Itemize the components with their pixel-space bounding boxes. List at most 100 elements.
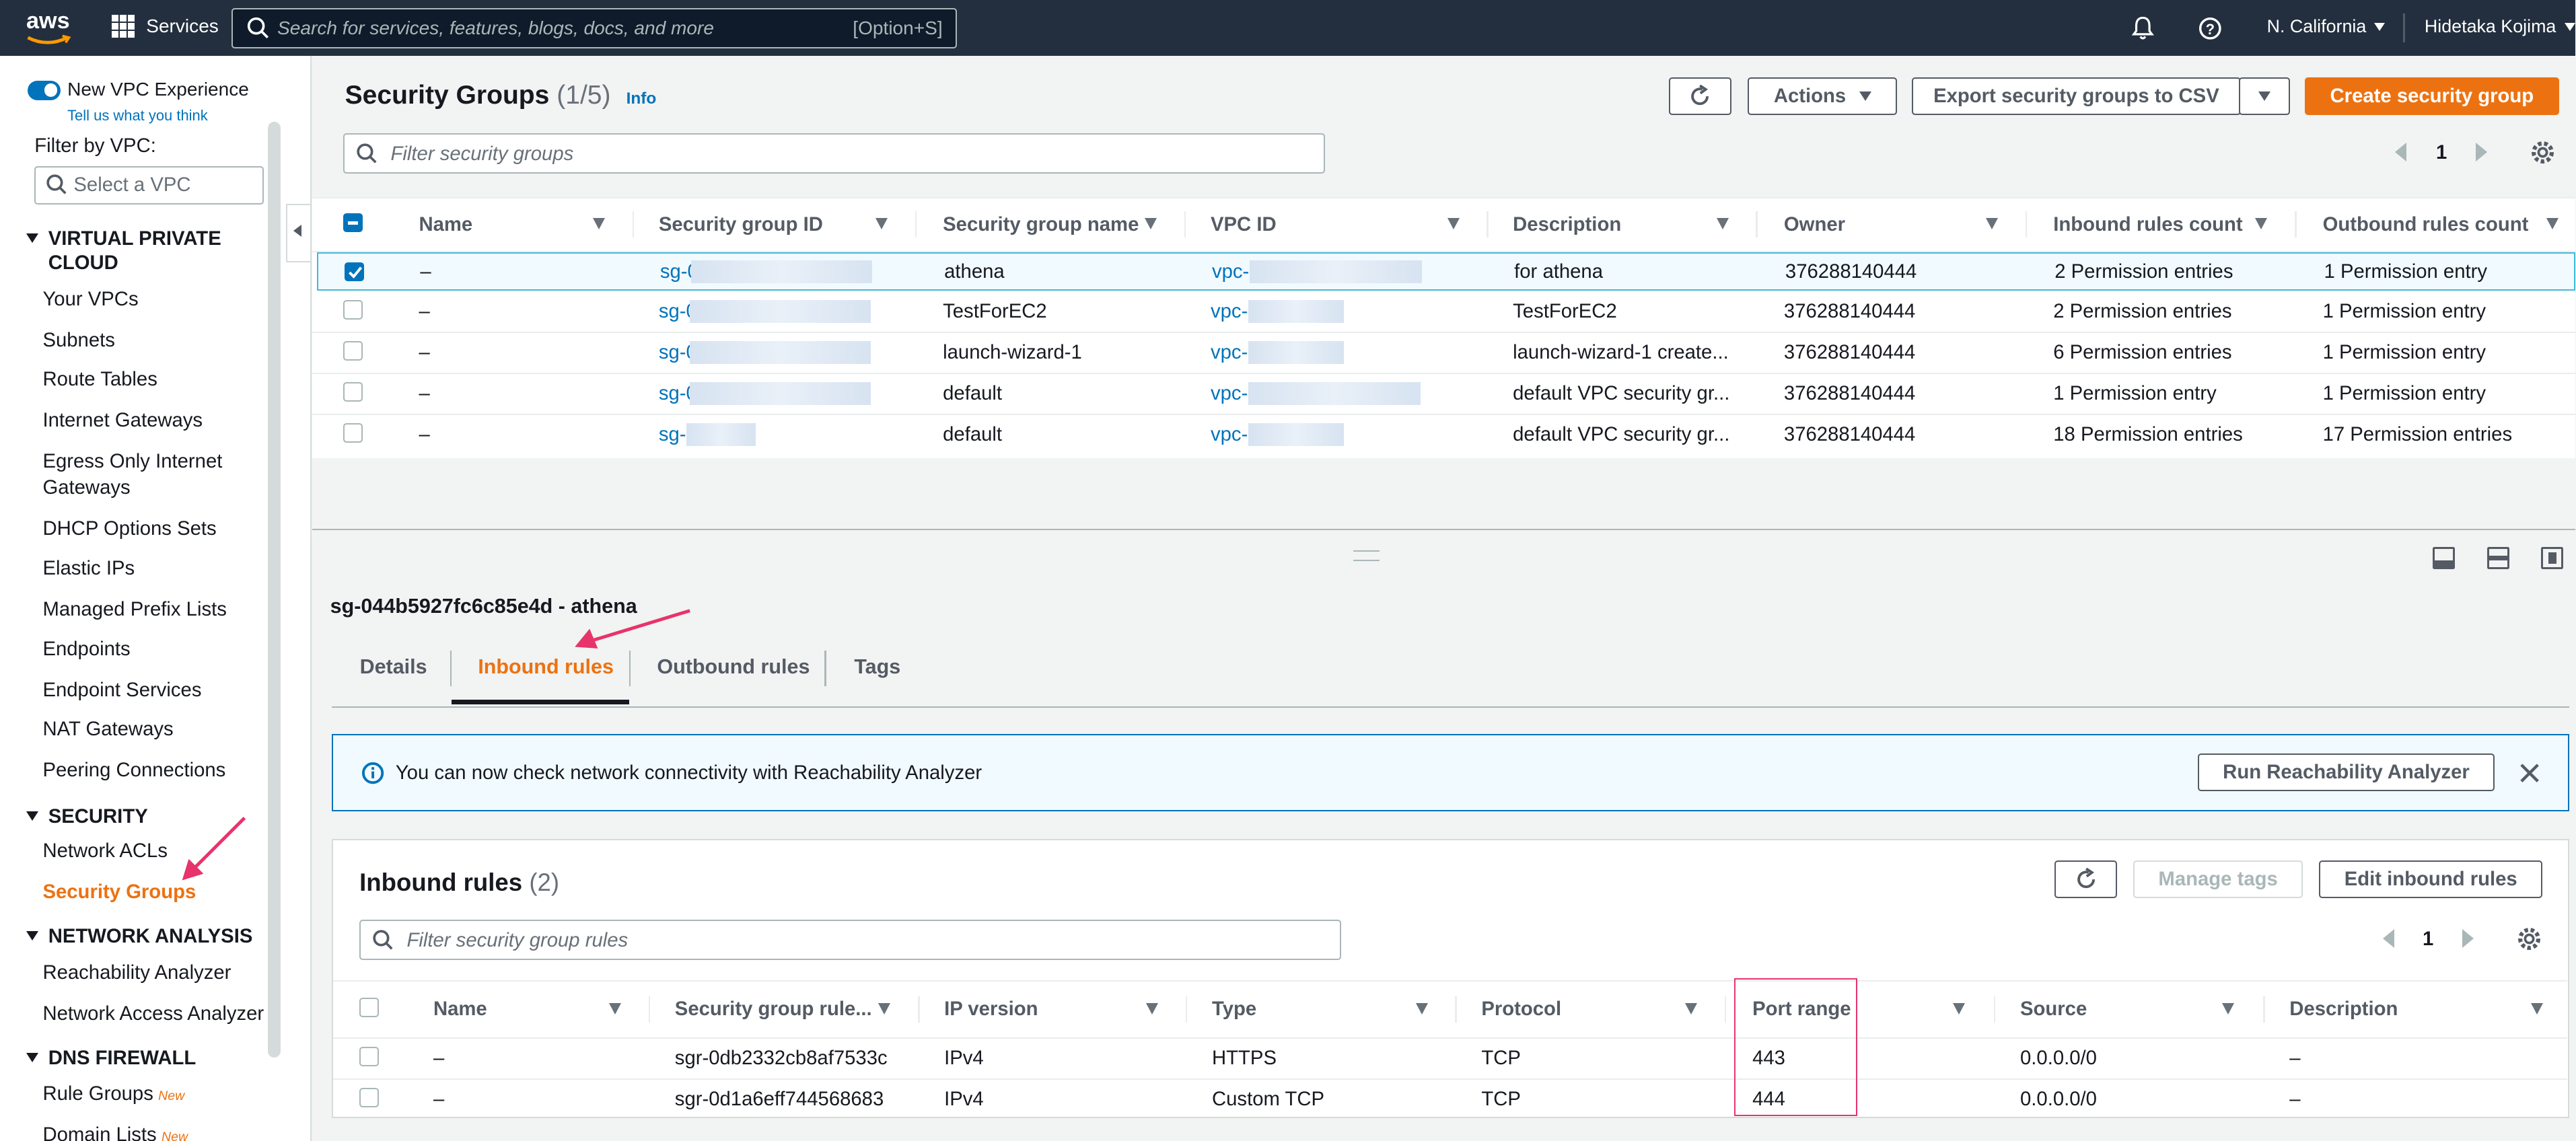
column-header-security-group-id[interactable]: Security group ID [659,213,823,236]
column-header-type[interactable]: Type [1212,998,1256,1021]
sidebar-item-domain-lists[interactable]: Domain Lists New [42,1121,188,1141]
row-checkbox[interactable] [343,341,363,361]
cell-vpc-id[interactable]: vpc- [1212,260,1249,283]
sidebar-item-network-access-analyzer[interactable]: Network Access Analyzer [42,1000,264,1027]
cell-vpc-id[interactable]: vpc- [1211,341,1248,364]
sidebar-collapse-button[interactable] [285,203,312,262]
sort-icon[interactable] [1415,1002,1428,1015]
export-dropdown-button[interactable] [2239,77,2290,115]
column-header-protocol[interactable]: Protocol [1481,998,1561,1021]
services-menu[interactable]: Services [111,14,219,38]
tab-outbound-rules[interactable]: Outbound rules [657,655,810,679]
column-header-description[interactable]: Description [2289,998,2398,1021]
tab-inbound-rules[interactable]: Inbound rules [478,655,614,679]
tab-details[interactable]: Details [360,655,427,679]
column-header-name[interactable]: Name [433,998,487,1021]
column-header-security-group-name[interactable]: Security group name [943,213,1139,236]
table-row[interactable]: – sgr-0db2332cb8af7533c IPv4 HTTPS TCP 4… [333,1039,2567,1080]
row-checkbox[interactable] [343,423,363,443]
new-vpc-experience-toggle[interactable] [28,80,61,100]
sort-icon[interactable] [1685,1002,1698,1015]
row-checkbox[interactable] [359,1088,379,1107]
sidebar-item-reachability-analyzer[interactable]: Reachability Analyzer [42,959,231,986]
select-all-checkbox[interactable] [359,998,379,1017]
page-number[interactable]: 1 [2423,928,2433,951]
close-icon[interactable] [2518,762,2541,784]
sidebar-item-network-acls[interactable]: Network ACLs [42,838,168,864]
sidebar-item-endpoints[interactable]: Endpoints [42,636,130,662]
sort-icon[interactable] [1952,1002,1965,1015]
sidebar-scrollbar[interactable] [267,121,281,1058]
section-security[interactable]: SECURITY [26,805,148,830]
edit-inbound-rules-button[interactable]: Edit inbound rules [2319,860,2543,898]
sidebar-item-managed-prefix-lists[interactable]: Managed Prefix Lists [42,596,226,622]
sort-icon[interactable] [609,1002,622,1015]
sidebar-item-route-tables[interactable]: Route Tables [42,366,157,392]
column-header-outbound-rules-count[interactable]: Outbound rules count [2323,213,2529,236]
sort-icon[interactable] [2255,218,2268,230]
chevron-left-icon[interactable] [2395,143,2406,162]
panel-bottom-icon[interactable] [2433,546,2455,569]
manage-tags-button[interactable]: Manage tags [2133,860,2303,898]
sidebar-item-internet-gateways[interactable]: Internet Gateways [42,407,203,433]
sidebar-item-peering-connections[interactable]: Peering Connections [42,757,225,783]
sidebar-item-subnets[interactable]: Subnets [42,327,114,353]
table-row[interactable]: – sg-0 athena vpc- for athena 3762881404… [317,252,2576,291]
chevron-left-icon[interactable] [2383,929,2395,949]
sort-icon[interactable] [2222,1002,2235,1015]
sort-icon[interactable] [875,218,888,230]
actions-button[interactable]: Actions [1748,77,1898,115]
bell-icon[interactable] [2131,16,2155,41]
select-all-checkbox[interactable] [343,213,363,233]
row-checkbox[interactable] [345,262,364,282]
sort-icon[interactable] [2546,218,2559,230]
column-header-ip-version[interactable]: IP version [944,998,1038,1021]
sort-icon[interactable] [1716,218,1729,230]
refresh-button[interactable] [2054,860,2117,898]
security-groups-filter-input[interactable]: Filter security groups [343,133,1325,174]
sort-icon[interactable] [1986,218,1999,230]
column-header-vpc-id[interactable]: VPC ID [1211,213,1277,236]
vpc-filter-select[interactable]: Select a VPC [34,165,264,205]
sort-icon[interactable] [2531,1002,2544,1015]
sidebar-item-rule-groups[interactable]: Rule Groups New [42,1080,184,1109]
cell-vpc-id[interactable]: vpc- [1211,382,1248,405]
export-csv-button[interactable]: Export security groups to CSV [1912,77,2241,115]
section-dns-firewall[interactable]: DNS FIREWALL [26,1046,196,1071]
rules-filter-input[interactable]: Filter security group rules [359,919,1341,960]
sidebar-item-nat-gateways[interactable]: NAT Gateways [42,716,173,742]
gear-icon[interactable] [2516,926,2542,952]
tab-tags[interactable]: Tags [854,655,900,679]
cell-vpc-id[interactable]: vpc- [1211,423,1248,446]
run-reachability-analyzer-button[interactable]: Run Reachability Analyzer [2197,753,2495,792]
global-search-input[interactable]: Search for services, features, blogs, do… [231,8,958,49]
table-row[interactable]: – sg- default vpc- default VPC security … [312,415,2576,455]
resize-handle-icon[interactable] [1353,550,1380,561]
table-row[interactable]: – sg-0 launch-wizard-1 vpc- launch-wizar… [312,333,2576,374]
panel-side-icon[interactable] [2541,546,2564,569]
column-header-security-group-rule-id[interactable]: Security group rule... [675,998,872,1021]
refresh-button[interactable] [1669,77,1731,115]
column-header-source[interactable]: Source [2020,998,2087,1021]
cell-security-group-id[interactable]: sg- [659,423,686,446]
help-icon[interactable]: ? [2198,16,2223,41]
section-virtual-private-cloud[interactable]: VIRTUAL PRIVATE CLOUD [26,227,242,276]
sort-icon[interactable] [878,1002,891,1015]
sort-icon[interactable] [1146,1002,1159,1015]
column-header-owner[interactable]: Owner [1784,213,1845,236]
sort-icon[interactable] [1145,218,1157,230]
row-checkbox[interactable] [343,382,363,402]
column-header-inbound-rules-count[interactable]: Inbound rules count [2053,213,2242,236]
info-link[interactable]: Info [627,89,657,108]
chevron-right-icon[interactable] [2475,143,2487,162]
row-checkbox[interactable] [359,1047,379,1066]
sidebar-item-your-vpcs[interactable]: Your VPCs [42,286,138,312]
sidebar-item-endpoint-services[interactable]: Endpoint Services [42,677,201,703]
region-selector[interactable]: N. California [2267,16,2386,37]
create-security-group-button[interactable]: Create security group [2304,77,2560,115]
cell-vpc-id[interactable]: vpc- [1211,300,1248,323]
account-menu[interactable]: Hidetaka Kojima [2425,16,2575,37]
chevron-right-icon[interactable] [2462,929,2474,949]
page-number[interactable]: 1 [2436,141,2447,164]
panel-split-icon[interactable] [2486,546,2509,569]
